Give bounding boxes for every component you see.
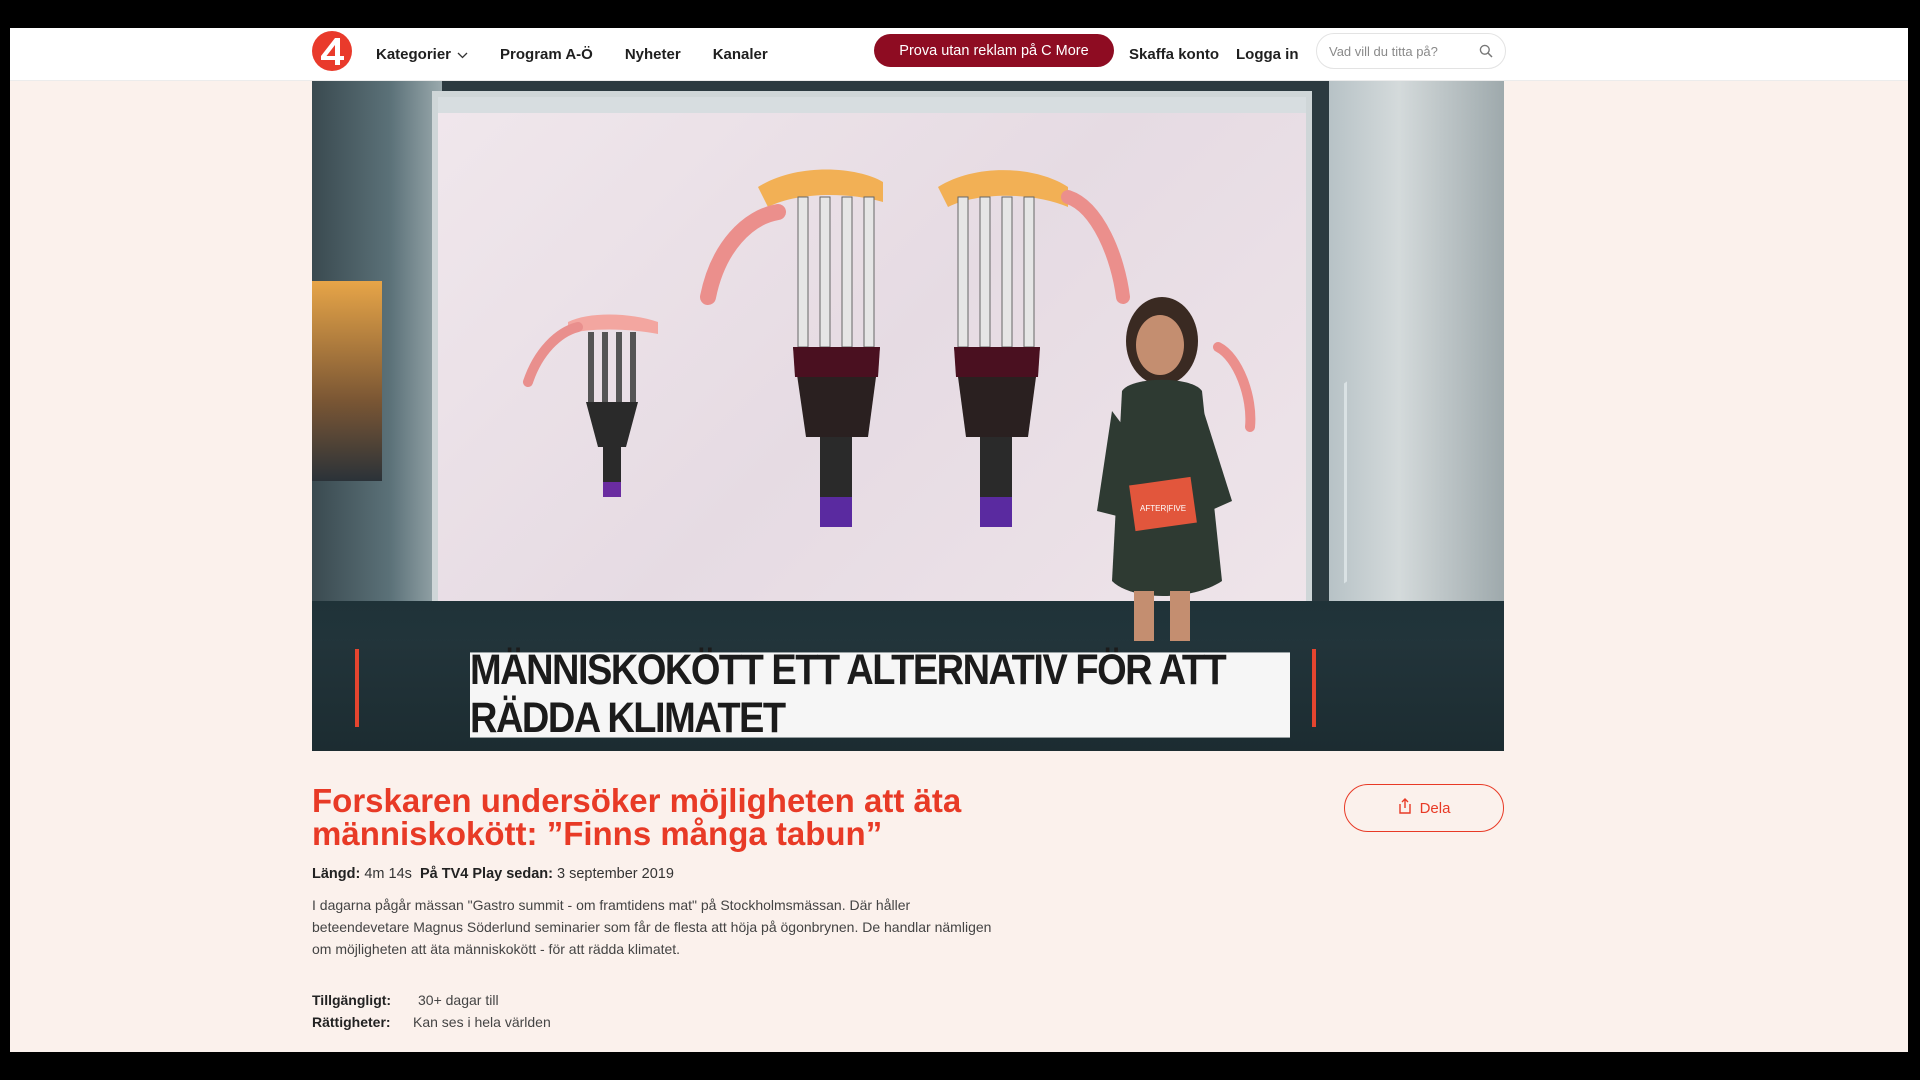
title-line-2: människokött: ”Finns många tabun”	[312, 815, 883, 852]
length-value: 4m 14s	[364, 866, 412, 882]
length-label: Längd:	[312, 866, 361, 882]
since-value: 3 september 2019	[557, 866, 674, 882]
studio-stairs	[1344, 278, 1494, 584]
login-link[interactable]: Logga in	[1236, 28, 1299, 81]
tv4-logo[interactable]	[312, 31, 352, 71]
title-line-1: Forskaren undersöker möjligheten att äta	[312, 782, 962, 819]
search-box[interactable]	[1316, 33, 1506, 69]
availability-row: Tillgängligt: 30+ dagar till	[312, 992, 551, 1008]
nav-item-label: Program A-Ö	[500, 46, 593, 63]
description-line-3: om möjligheten att äta människokött - fö…	[312, 941, 681, 957]
since-label: På TV4 Play sedan:	[419, 866, 553, 882]
share-button[interactable]: Dela	[1344, 784, 1504, 832]
prop-card-text: AFTER|FIVE	[1140, 504, 1186, 513]
description-line-1: I dagarna pågår mässan "Gastro summit - …	[312, 897, 911, 913]
availability-info: Tillgängligt: 30+ dagar till Rättigheter…	[312, 992, 551, 1036]
video-caption: MÄNNISKOKÖTT ETT ALTERNATIV FÖR ATT RÄDD…	[470, 647, 1290, 742]
nav-item-label: Nyheter	[624, 46, 681, 63]
video-player[interactable]: AFTER|FIVE MÄNNISKOKÖTT ETT ALTERNATIV F…	[312, 81, 1504, 751]
main-nav: Kategorier Program A-Ö Nyheter Kanaler	[376, 28, 800, 81]
nav-item-program-a-o[interactable]: Program A-Ö	[500, 46, 593, 63]
rights-label: Rättigheter:	[312, 1014, 391, 1030]
search-input[interactable]	[1329, 43, 1469, 59]
nav-item-kanaler[interactable]: Kanaler	[713, 46, 768, 63]
lower-third-accent-right	[1312, 649, 1316, 727]
promo-cmore-button[interactable]: Prova utan reklam på C More	[874, 34, 1114, 67]
nav-item-kategorier[interactable]: Kategorier	[376, 46, 468, 63]
share-label: Dela	[1419, 799, 1451, 817]
description-line-2: beteendevetare Magnus Söderlund seminari…	[312, 919, 992, 935]
video-meta: Längd: 4m 14s På TV4 Play sedan: 3 septe…	[312, 866, 674, 882]
lower-third-accent-left	[355, 649, 359, 727]
nav-item-label: Kategorier	[376, 46, 452, 63]
page-title: Forskaren undersöker möjligheten att äta…	[312, 784, 1112, 850]
available-value: 30+ dagar till	[418, 992, 499, 1008]
news-presenter: AFTER|FIVE	[1097, 297, 1232, 681]
chevron-down-icon	[457, 46, 468, 63]
video-description: I dagarna pågår mässan "Gastro summit - …	[312, 894, 1102, 960]
create-account-link[interactable]: Skaffa konto	[1129, 28, 1219, 81]
nav-item-label: Kanaler	[712, 46, 768, 63]
rights-row: Rättigheter: Kan ses i hela världen	[312, 1014, 551, 1030]
search-icon[interactable]	[1479, 44, 1493, 63]
available-label: Tillgängligt:	[312, 992, 392, 1008]
rights-value: Kan ses i hela världen	[413, 1014, 551, 1030]
share-icon	[1398, 798, 1412, 818]
studio-window	[312, 281, 382, 481]
logo-four-icon	[321, 38, 344, 65]
page: Kategorier Program A-Ö Nyheter Kanaler P…	[10, 28, 1908, 1052]
top-navigation-bar: Kategorier Program A-Ö Nyheter Kanaler P…	[10, 28, 1908, 81]
nav-item-nyheter[interactable]: Nyheter	[625, 46, 681, 63]
